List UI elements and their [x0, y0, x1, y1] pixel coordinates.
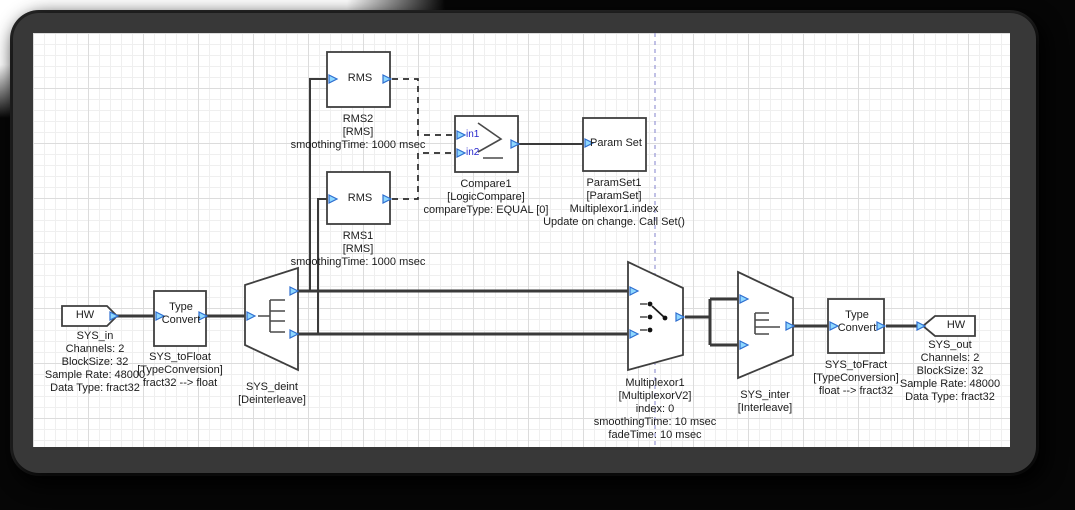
sys-inter-caption: SYS_inter [Interleave]	[738, 389, 792, 415]
paramset1-title: Param Set	[590, 137, 642, 150]
sys-tofloat-title-1: Type	[169, 301, 193, 314]
caption-line: Multiplexor1	[594, 377, 716, 390]
caption-line: SYS_inter	[738, 389, 792, 402]
rms2-title: RMS	[348, 72, 372, 85]
caption-line: smoothingTime: 1000 msec	[291, 256, 426, 269]
sys-deint-caption: SYS_deint [Deinterleave]	[238, 381, 306, 407]
caption-line: Sample Rate: 48000	[900, 378, 1000, 391]
caption-line: [ParamSet]	[543, 190, 685, 203]
sys-tofract-title-2: Convert	[838, 322, 877, 335]
sys-tofract-title-1: Type	[845, 309, 869, 322]
caption-line: [TypeConversion]	[137, 364, 223, 377]
sys-inter-block[interactable]	[738, 272, 793, 378]
screenshot-stage: HW Type Convert RMS RMS Param Set Type C…	[0, 0, 1075, 510]
caption-line: RMS2	[291, 113, 426, 126]
wire-mux-interleave[interactable]	[685, 299, 740, 345]
caption-line: [Deinterleave]	[238, 394, 306, 407]
caption-line: Data Type: fract32	[45, 382, 145, 395]
caption-line: BlockSize: 32	[45, 356, 145, 369]
caption-line: Update on change. Call Set()	[543, 216, 685, 229]
caption-line: smoothingTime: 1000 msec	[291, 139, 426, 152]
caption-line: [TypeConversion]	[813, 372, 899, 385]
sys-deint-block[interactable]	[245, 268, 298, 370]
sys-tofract-caption: SYS_toFract [TypeConversion] float --> f…	[813, 359, 899, 398]
caption-line: ParamSet1	[543, 177, 685, 190]
caption-line: [RMS]	[291, 126, 426, 139]
caption-line: RMS1	[291, 230, 426, 243]
caption-line: [Interleave]	[738, 402, 792, 415]
sys-out-title: HW	[947, 319, 965, 332]
caption-line: compareType: EQUAL [0]	[424, 204, 549, 217]
compare1-in1-label: in1	[466, 129, 479, 140]
multiplexor1-block[interactable]	[628, 262, 683, 370]
caption-line: SYS_out	[900, 339, 1000, 352]
multiplexor1-caption: Multiplexor1 [MultiplexorV2] index: 0 sm…	[594, 377, 716, 442]
caption-line: BlockSize: 32	[900, 365, 1000, 378]
caption-line: Data Type: fract32	[900, 391, 1000, 404]
caption-line: Sample Rate: 48000	[45, 369, 145, 382]
caption-line: smoothingTime: 10 msec	[594, 416, 716, 429]
rms2-caption: RMS2 [RMS] smoothingTime: 1000 msec	[291, 113, 426, 152]
window-frame: HW Type Convert RMS RMS Param Set Type C…	[13, 13, 1036, 473]
caption-line: float --> fract32	[813, 385, 899, 398]
design-canvas[interactable]: HW Type Convert RMS RMS Param Set Type C…	[33, 33, 1010, 447]
caption-line: Channels: 2	[45, 343, 145, 356]
paramset1-caption: ParamSet1 [ParamSet] Multiplexor1.index …	[543, 177, 685, 229]
caption-line: SYS_toFract	[813, 359, 899, 372]
caption-line: fract32 --> float	[137, 377, 223, 390]
sys-out-caption: SYS_out Channels: 2 BlockSize: 32 Sample…	[900, 339, 1000, 404]
caption-line: Channels: 2	[900, 352, 1000, 365]
sys-in-caption: SYS_in Channels: 2 BlockSize: 32 Sample …	[45, 330, 145, 395]
caption-line: [MultiplexorV2]	[594, 390, 716, 403]
rms1-title: RMS	[348, 192, 372, 205]
sys-out-input-pin[interactable]	[917, 322, 925, 330]
rms1-caption: RMS1 [RMS] smoothingTime: 1000 msec	[291, 230, 426, 269]
compare1-caption: Compare1 [LogicCompare] compareType: EQU…	[424, 178, 549, 217]
caption-line: SYS_toFloat	[137, 351, 223, 364]
caption-line: SYS_deint	[238, 381, 306, 394]
caption-line: Multiplexor1.index	[543, 203, 685, 216]
sys-tofloat-caption: SYS_toFloat [TypeConversion] fract32 -->…	[137, 351, 223, 390]
sys-tofloat-title-2: Convert	[162, 314, 201, 327]
compare1-in2-label: in2	[466, 147, 479, 158]
caption-line: fadeTime: 10 msec	[594, 429, 716, 442]
caption-line: Compare1	[424, 178, 549, 191]
compare1-block[interactable]	[455, 116, 518, 172]
sys-in-title: HW	[76, 309, 94, 322]
caption-line: SYS_in	[45, 330, 145, 343]
caption-line: [RMS]	[291, 243, 426, 256]
caption-line: index: 0	[594, 403, 716, 416]
caption-line: [LogicCompare]	[424, 191, 549, 204]
